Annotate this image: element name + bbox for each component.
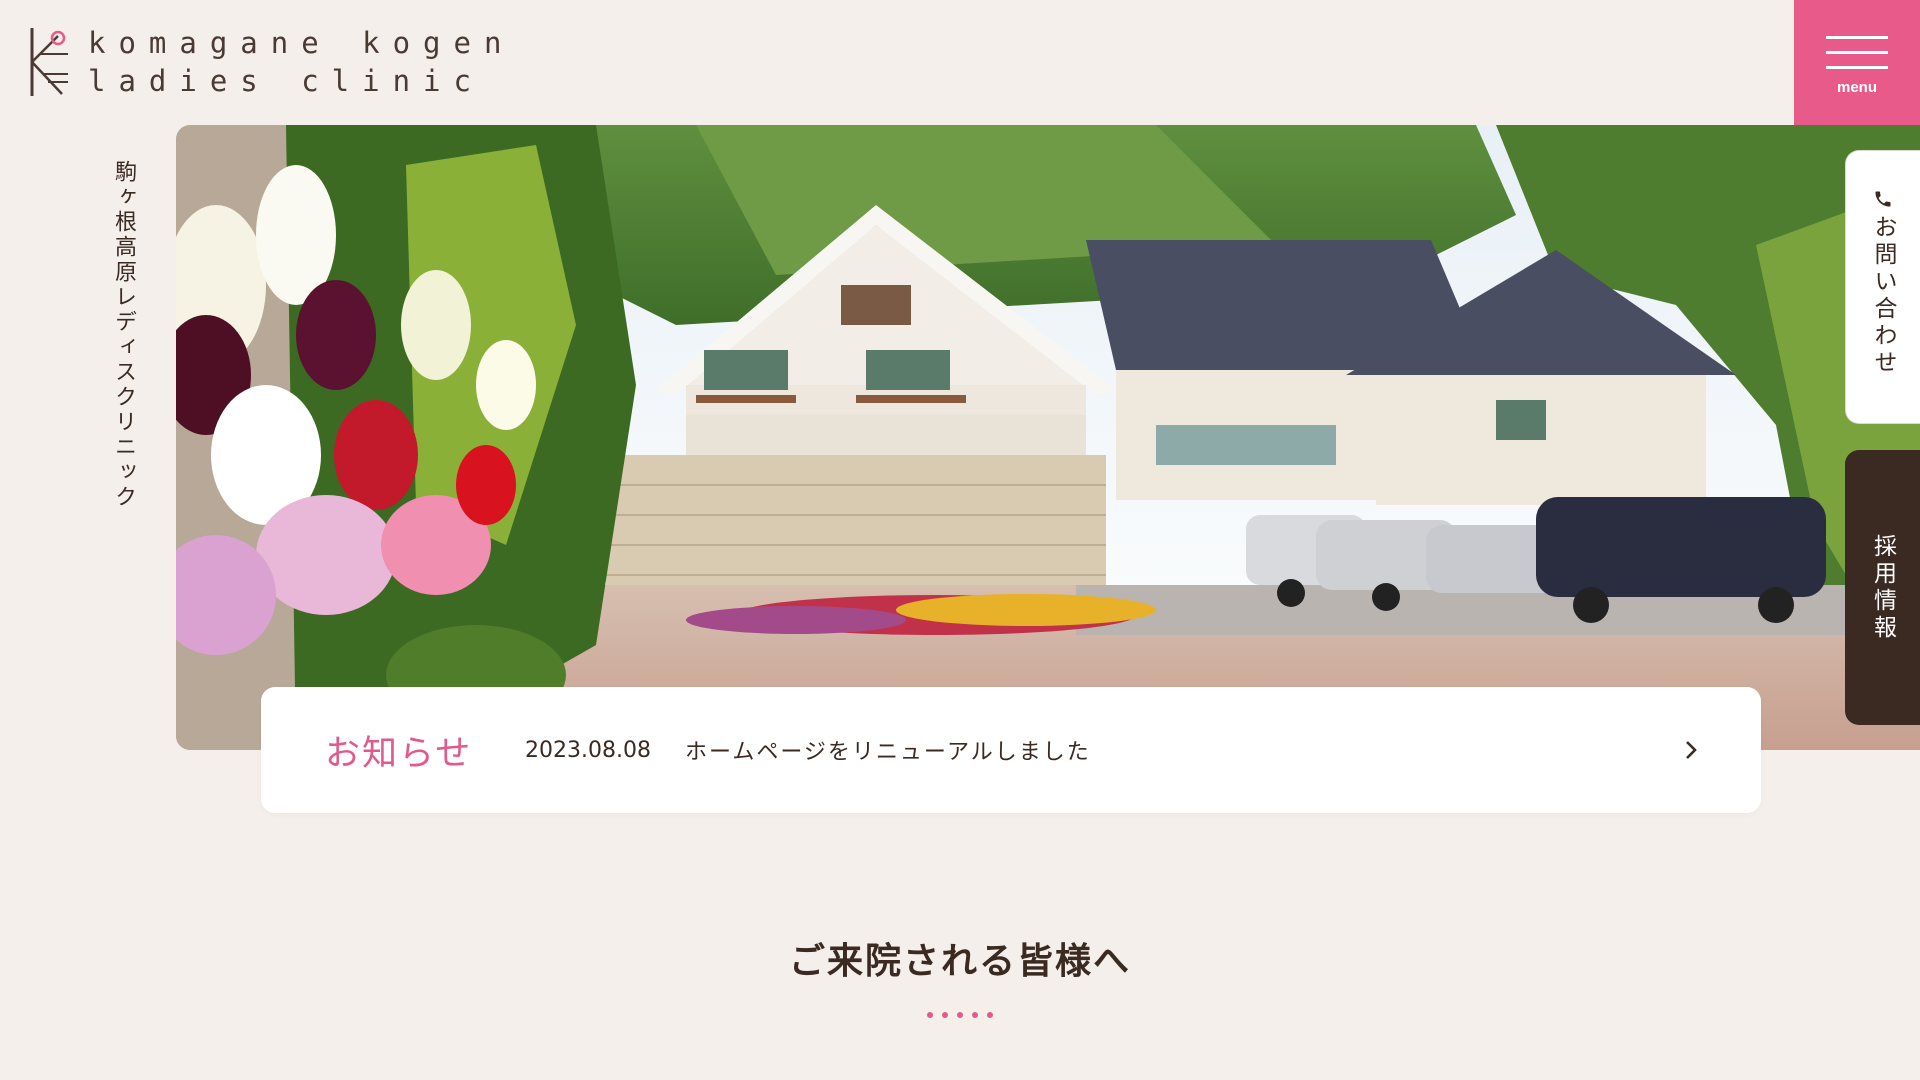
clinic-name-vertical: 駒ヶ根高原レディスクリニック [111,160,136,510]
menu-button[interactable]: menu [1794,0,1920,125]
contact-tab-label: お問い合わせ [1870,215,1896,377]
site-logo[interactable]: komagane kogen ladies clinic [24,24,514,100]
dot [957,1012,963,1018]
news-card[interactable]: お知らせ 2023.08.08 ホームページをリニューアルしました [261,687,1761,813]
recruit-tab-label: 採用情報 [1869,533,1896,642]
menu-label: menu [1836,78,1877,96]
dot [942,1012,948,1018]
dot [987,1012,993,1018]
recruit-tab[interactable]: 採用情報 [1845,450,1920,725]
phone-icon [1875,191,1891,207]
logo-text-line2: ladies clinic [88,64,484,98]
news-date: 2023.08.08 [525,737,651,763]
hamburger-icon-bar [1826,50,1888,54]
chevron-right-icon [1686,741,1697,759]
logo-text-line1: komagane kogen [88,26,515,60]
hero-image [176,125,1920,750]
hamburger-icon-bar [1826,35,1888,39]
section-title: ご来院される皆様へ [788,941,1131,982]
dot [972,1012,978,1018]
section-dots [0,1012,1920,1018]
news-text: ホームページをリニューアルしました [685,740,1091,765]
news-title: お知らせ [325,733,473,774]
logo-mark-icon [30,28,68,96]
hamburger-icon-bar [1826,65,1888,69]
dot [927,1012,933,1018]
contact-tab[interactable]: お問い合わせ [1845,150,1920,424]
